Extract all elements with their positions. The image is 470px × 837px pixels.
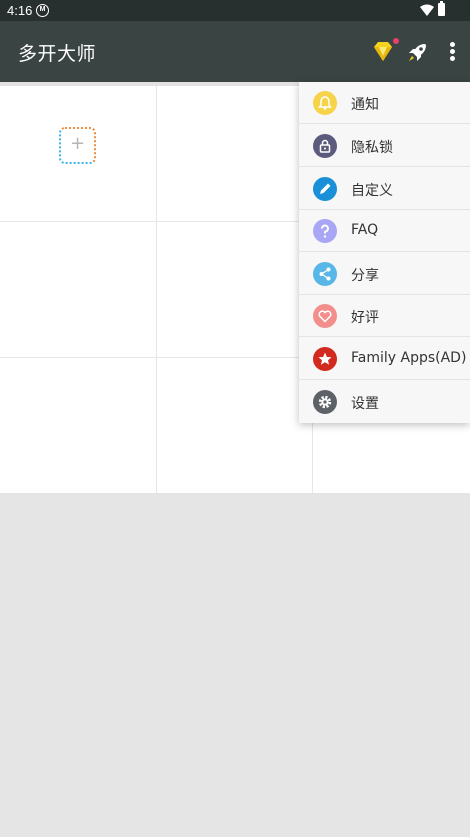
menu-item-settings[interactable]: 设置 [299,381,470,423]
pencil-icon [313,177,337,201]
grid-cell[interactable] [157,222,313,358]
menu-item-rate[interactable]: 好评 [299,295,470,337]
grid-cell[interactable] [157,86,313,222]
question-icon [313,219,337,243]
menu-item-notifications[interactable]: 通知 [299,82,470,124]
grid-cell[interactable] [0,222,157,358]
grid-cell-add[interactable]: + [0,86,157,222]
menu-item-label: 通知 [351,97,379,113]
menu-item-label: FAQ [351,222,379,238]
menu-item-label: Family Apps(AD) [351,350,467,366]
rocket-icon[interactable] [406,40,430,64]
lock-icon [313,134,337,158]
menu-item-label: 自定义 [351,183,393,199]
grid-cell[interactable] [157,358,313,493]
share-icon [313,262,337,286]
notification-icon: M [36,4,49,17]
app-bar: 多开大师 [0,21,470,82]
menu-item-family-apps[interactable]: Family Apps(AD) [299,338,470,380]
menu-item-label: 好评 [351,310,379,326]
menu-item-label: 设置 [351,396,379,412]
battery-icon [438,1,445,16]
app-title: 多开大师 [18,43,97,65]
add-app-button[interactable]: + [59,127,96,164]
more-options-button[interactable] [444,41,460,63]
status-time: 4:16 [7,3,33,18]
diamond-icon[interactable] [370,40,396,64]
menu-item-share[interactable]: 分享 [299,253,470,295]
overflow-menu: 通知 隐私锁 自定义 FAQ 分享 好评 Family Apps(AD) 设置 [299,82,470,423]
wifi-icon [420,4,434,16]
notification-dot [393,38,399,44]
star-icon [313,347,337,371]
menu-item-label: 分享 [351,268,379,284]
menu-item-faq[interactable]: FAQ [299,210,470,252]
menu-item-label: 隐私锁 [351,140,393,156]
menu-item-privacy-lock[interactable]: 隐私锁 [299,125,470,167]
menu-item-customize[interactable]: 自定义 [299,168,470,210]
grid-cell[interactable] [0,358,157,493]
bell-icon [313,91,337,115]
status-bar: 4:16 M [0,0,470,21]
gear-icon [313,390,337,414]
heart-icon [313,304,337,328]
add-icon: + [69,133,86,154]
